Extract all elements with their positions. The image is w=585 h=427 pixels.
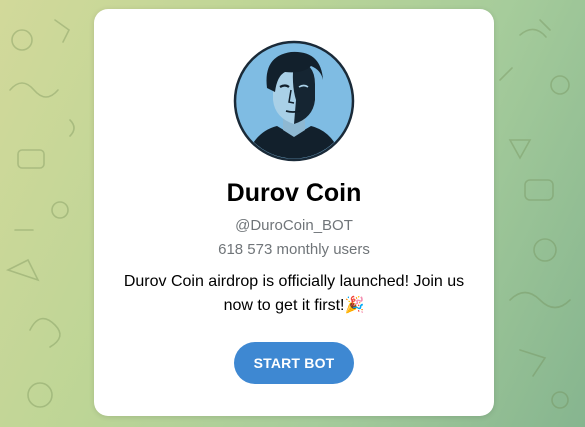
bot-name-title: Durov Coin <box>226 179 362 207</box>
bot-description: Durov Coin airdrop is officially launche… <box>123 273 465 314</box>
monthly-users-count: 618 573 monthly users <box>218 241 370 258</box>
bot-avatar <box>233 40 355 162</box>
bot-username: @DuroCoin_BOT <box>235 217 353 234</box>
bot-info-card: Durov Coin @DuroCoin_BOT 618 573 monthly… <box>94 9 494 416</box>
start-bot-button[interactable]: START BOT <box>234 342 354 384</box>
